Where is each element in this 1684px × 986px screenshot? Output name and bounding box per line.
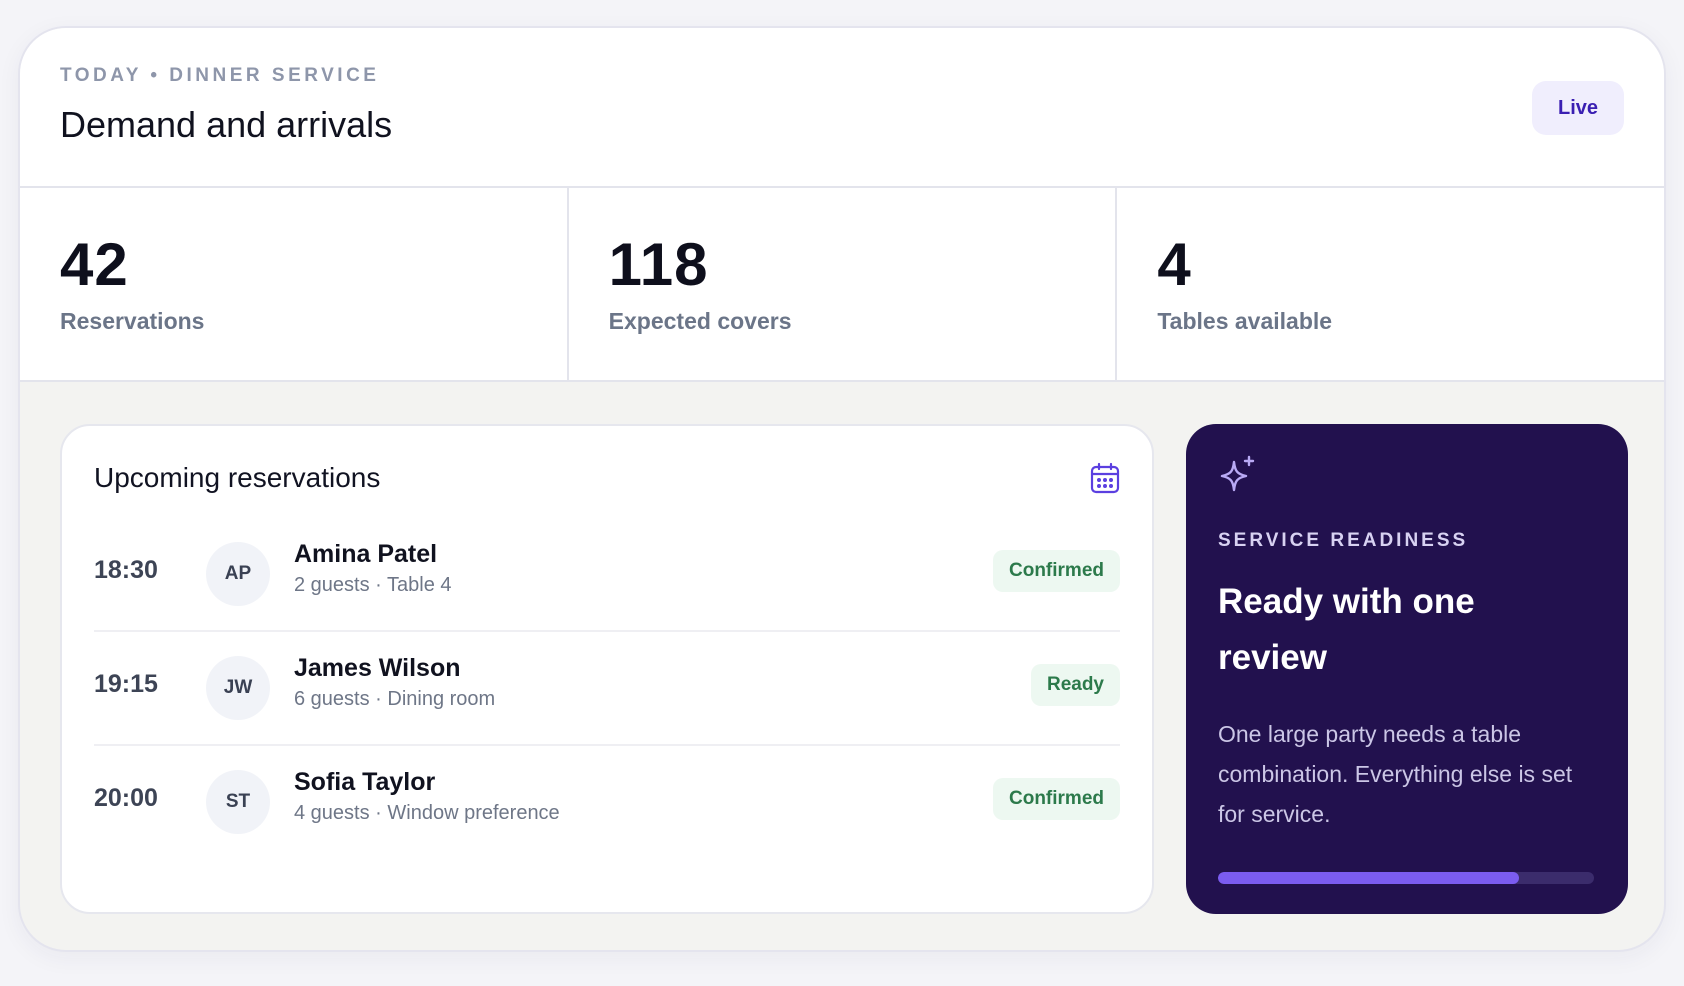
page-title: Demand and arrivals	[60, 104, 393, 145]
avatar: ST	[206, 770, 270, 834]
status-badge: Confirmed	[993, 550, 1120, 592]
reservation-detail: 2 guests · Table 4	[294, 574, 452, 596]
stat-label: Expected covers	[608, 308, 792, 334]
avatar: AP	[206, 542, 270, 606]
reservation-list: 18:30 AP Amina Patel 2 guests · Table 4 …	[94, 518, 1120, 860]
reservation-row-sofia-taylor[interactable]: 20:00 ST Sofia Taylor 4 guests · Window …	[94, 746, 1120, 860]
reservation-time: 19:15	[94, 670, 158, 698]
guest-name: James Wilson	[294, 654, 461, 682]
readiness-description: One large party needs a table combinatio…	[1218, 721, 1573, 827]
header-eyebrow: TODAY • DINNER SERVICE	[60, 65, 380, 86]
reservation-time: 20:00	[94, 784, 158, 812]
guest-name: Amina Patel	[294, 540, 438, 568]
status-badge: Confirmed	[993, 778, 1120, 820]
stat-value: 118	[608, 231, 709, 298]
stats-row: 42 Reservations 118 Expected covers 4 Ta…	[20, 188, 1664, 382]
reservation-detail: 6 guests · Dining room	[294, 688, 496, 710]
stat-value: 42	[60, 231, 129, 298]
upcoming-reservations-panel: Upcoming reservations 18:30 AP Amina Pat…	[60, 424, 1154, 914]
live-badge[interactable]: Live	[1532, 81, 1624, 135]
readiness-eyebrow: SERVICE READINESS	[1218, 530, 1469, 551]
readiness-progress-bar	[1218, 872, 1594, 884]
readiness-progress-fill	[1218, 872, 1519, 884]
status-badge: Ready	[1030, 664, 1120, 706]
reservation-row-james-wilson[interactable]: 19:15 JW James Wilson 6 guests · Dining …	[94, 632, 1120, 746]
avatar: JW	[206, 656, 270, 720]
guest-name: Sofia Taylor	[294, 768, 436, 796]
dashboard-card: TODAY • DINNER SERVICE Demand and arriva…	[18, 26, 1666, 952]
stat-tables-available: 4 Tables available	[1117, 188, 1664, 380]
panel-title: Upcoming reservations	[94, 462, 381, 493]
stat-label: Tables available	[1157, 308, 1333, 334]
stat-value: 4	[1157, 231, 1192, 298]
readiness-title: Ready with one review	[1218, 582, 1475, 677]
reservation-row-amina-patel[interactable]: 18:30 AP Amina Patel 2 guests · Table 4 …	[94, 518, 1120, 632]
sparkle-icon	[1220, 455, 1255, 492]
service-readiness-card: SERVICE READINESS Ready with one review …	[1186, 424, 1628, 914]
reservation-time: 18:30	[94, 556, 158, 584]
calendar-icon[interactable]	[1090, 462, 1120, 494]
card-header: TODAY • DINNER SERVICE Demand and arriva…	[20, 28, 1664, 188]
stat-reservations: 42 Reservations	[20, 188, 569, 380]
stat-expected-covers: 118 Expected covers	[569, 188, 1118, 380]
stat-label: Reservations	[60, 308, 205, 334]
reservation-detail: 4 guests · Window preference	[294, 802, 560, 824]
